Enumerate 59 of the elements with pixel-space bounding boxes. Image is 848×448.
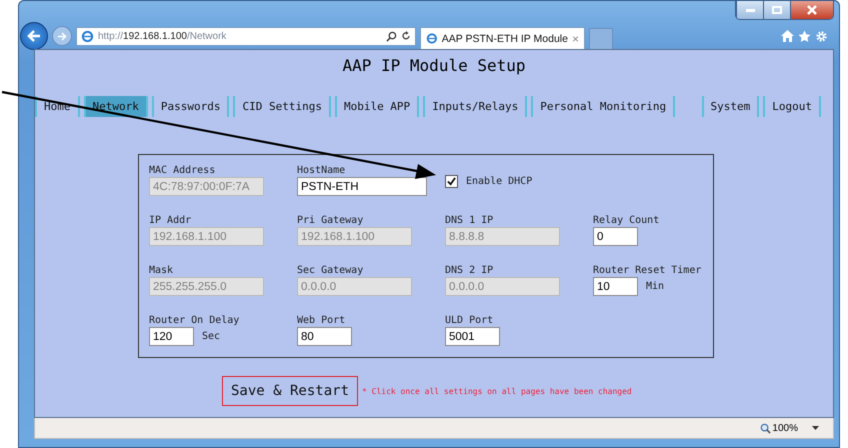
address-bar[interactable]: http://192.168.1.100/Network: [76, 26, 416, 46]
field-label: Mask: [149, 265, 174, 276]
nav-tab[interactable]: Personal Monitoring: [531, 96, 676, 117]
nav-tab[interactable]: CID Settings: [233, 96, 331, 117]
field-label: Web Port: [297, 315, 346, 326]
nav-tab[interactable]: Mobile APP: [334, 96, 420, 117]
save-note: * Click once all settings on all pages have been changed: [362, 386, 632, 396]
field-label: DNS 2 IP: [445, 265, 494, 276]
maximize-icon: [772, 6, 782, 14]
nav-tab[interactable]: Passwords: [152, 96, 230, 117]
dropdown-icon[interactable]: [812, 426, 819, 430]
url-text: http://192.168.1.100/Network: [98, 30, 228, 42]
forward-button[interactable]: [52, 26, 72, 46]
field-label: DNS 1 IP: [445, 215, 494, 226]
forward-arrow-icon: [57, 32, 67, 40]
field-label: Sec Gateway: [297, 265, 364, 276]
zoom-icon: [760, 422, 772, 434]
tab-close-button[interactable]: ×: [572, 32, 579, 46]
input-field[interactable]: 80: [297, 327, 352, 346]
unit-label: Sec: [202, 331, 220, 342]
nav-tab[interactable]: Inputs/Relays: [423, 96, 528, 117]
input-field[interactable]: PSTN-ETH: [297, 177, 427, 196]
tab-title: AAP PSTN-ETH IP Module: [442, 32, 568, 44]
search-icon[interactable]: [386, 30, 397, 42]
page-title: AAP IP Module Setup: [342, 56, 526, 75]
minimize-button[interactable]: [736, 1, 763, 19]
checkbox[interactable]: [445, 175, 458, 188]
close-button[interactable]: [790, 1, 833, 19]
back-arrow-icon: [27, 30, 41, 42]
input-field[interactable]: 10: [593, 277, 638, 296]
unit-label: Min: [646, 281, 664, 292]
back-button[interactable]: [20, 22, 48, 50]
field-label: Router On Delay: [149, 315, 240, 326]
close-icon: [807, 5, 817, 15]
browser-tab[interactable]: AAP PSTN-ETH IP Module ×: [420, 27, 585, 49]
input-field[interactable]: 120: [149, 327, 194, 346]
input-field[interactable]: 5001: [445, 327, 500, 346]
nav-tab[interactable]: Network: [84, 96, 148, 117]
field-label: HostName: [297, 165, 346, 176]
field-label: Relay Count: [593, 215, 660, 226]
input-field[interactable]: 0: [593, 227, 638, 246]
field-label: MAC Address: [149, 165, 216, 176]
field-label: IP Addr: [149, 215, 192, 226]
field-label: Pri Gateway: [297, 215, 364, 226]
browser-icon: [81, 30, 94, 42]
star-icon[interactable]: [798, 30, 811, 42]
refresh-icon[interactable]: [401, 31, 411, 41]
field-label: ULD Port: [445, 315, 494, 326]
zoom-level[interactable]: 100%: [760, 422, 798, 434]
home-icon[interactable]: [781, 30, 794, 42]
save-restart-button[interactable]: Save & Restart: [222, 376, 358, 406]
maximize-button[interactable]: [763, 1, 790, 19]
nav-tab[interactable]: Logout: [763, 96, 821, 117]
browser-icon: [426, 32, 438, 45]
minimize-icon: [746, 8, 754, 12]
checkbox-label: Enable DHCP: [466, 176, 532, 187]
nav-tab[interactable]: System: [702, 96, 760, 117]
settings-icon[interactable]: [815, 30, 828, 42]
field-label: Router Reset Timer: [593, 265, 702, 276]
